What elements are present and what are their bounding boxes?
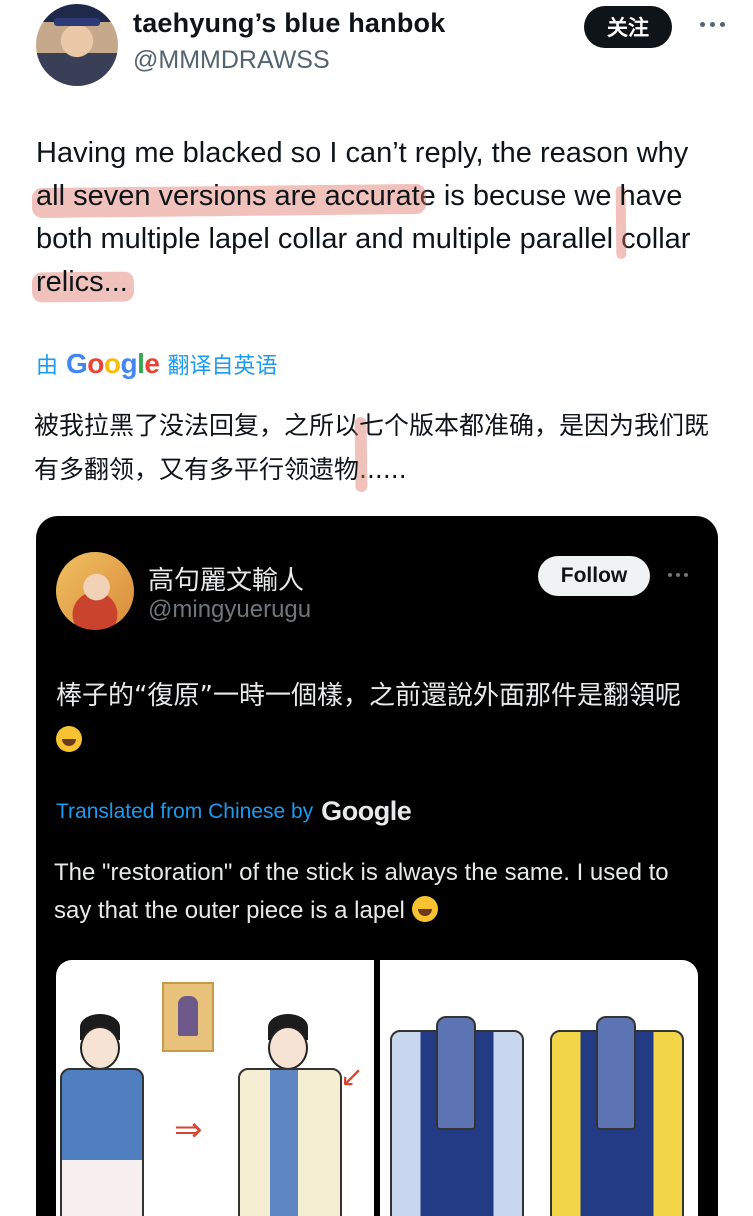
media-grid[interactable]: ⇒ ↙ <box>56 960 698 1216</box>
laughing-emoji-icon <box>56 726 82 752</box>
quote-follow-button[interactable]: Follow <box>538 556 650 596</box>
quote-translation: The "restoration" of the stick is always… <box>54 854 694 930</box>
arrow-icon: ↙ <box>340 1060 364 1093</box>
quote-translated-by-link[interactable]: Translated from Chinese by Google <box>56 796 412 827</box>
quote-text: 棒子的“復原”一時一個樣，之前還說外面那件是翻領呢 <box>56 674 696 762</box>
more-icon[interactable] <box>700 22 740 34</box>
translated-prefix: 由 <box>36 354 59 379</box>
quote-display-name[interactable]: 高句麗文輸人 <box>148 560 304 597</box>
translation-text: 被我拉黑了没法回复，之所以七个版本都准确，是因为我们既有多翻领，又有多平行领遗物… <box>34 404 724 492</box>
translation-text-part: 被我拉黑了没法回复，之所以 <box>34 411 360 440</box>
arrow-icon: ⇒ <box>174 1110 203 1150</box>
figure-head <box>268 1026 308 1070</box>
highlighted-text: all seven versions are accurat <box>36 180 420 212</box>
quote-avatar[interactable] <box>56 552 134 630</box>
quoted-post-card[interactable]: 高句麗文輸人 @mingyuerugu Follow 棒子的“復原”一時一個樣，… <box>36 516 718 1216</box>
tweet-text-part: ultiple lapel collar and multiple parall… <box>124 223 691 255</box>
quote-text-body: 棒子的“復原”一時一個樣，之前還說外面那件是翻領呢 <box>56 681 681 711</box>
quote-handle[interactable]: @mingyuerugu <box>148 596 311 624</box>
tweet-text-part: e is becuse we <box>419 180 620 212</box>
user-handle[interactable]: @MMMDRAWSS <box>133 46 330 75</box>
figure-head <box>80 1026 120 1070</box>
follow-button[interactable]: 关注 <box>584 6 672 48</box>
translated-suffix: 翻译自英语 <box>167 354 278 379</box>
display-name[interactable]: taehyung’s blue hanbok <box>133 8 445 39</box>
google-logo: Google <box>321 796 412 826</box>
tweet-text-part: Having me blacked so I can’t reply, the … <box>36 137 689 169</box>
quote-translation-body: The "restoration" of the stick is always… <box>54 859 669 924</box>
media-image-left[interactable]: ⇒ ↙ <box>56 960 374 1216</box>
laughing-emoji-icon <box>411 896 438 922</box>
figure-robe <box>238 1068 342 1216</box>
google-logo: Google <box>66 348 160 379</box>
translated-label: Translated from Chinese by <box>56 799 314 823</box>
tweet-text: Having me blacked so I can’t reply, the … <box>36 132 716 304</box>
translated-by-link[interactable]: 由 Google 翻译自英语 <box>36 348 278 380</box>
portrait-image <box>162 982 214 1052</box>
highlighted-text: relics... <box>36 266 128 298</box>
blue-collar <box>436 1016 476 1130</box>
figure-robe <box>60 1068 144 1216</box>
media-image-right[interactable] <box>380 960 698 1216</box>
avatar[interactable] <box>36 4 118 86</box>
yellow-garment-collar <box>596 1016 636 1130</box>
more-icon[interactable] <box>668 573 688 577</box>
